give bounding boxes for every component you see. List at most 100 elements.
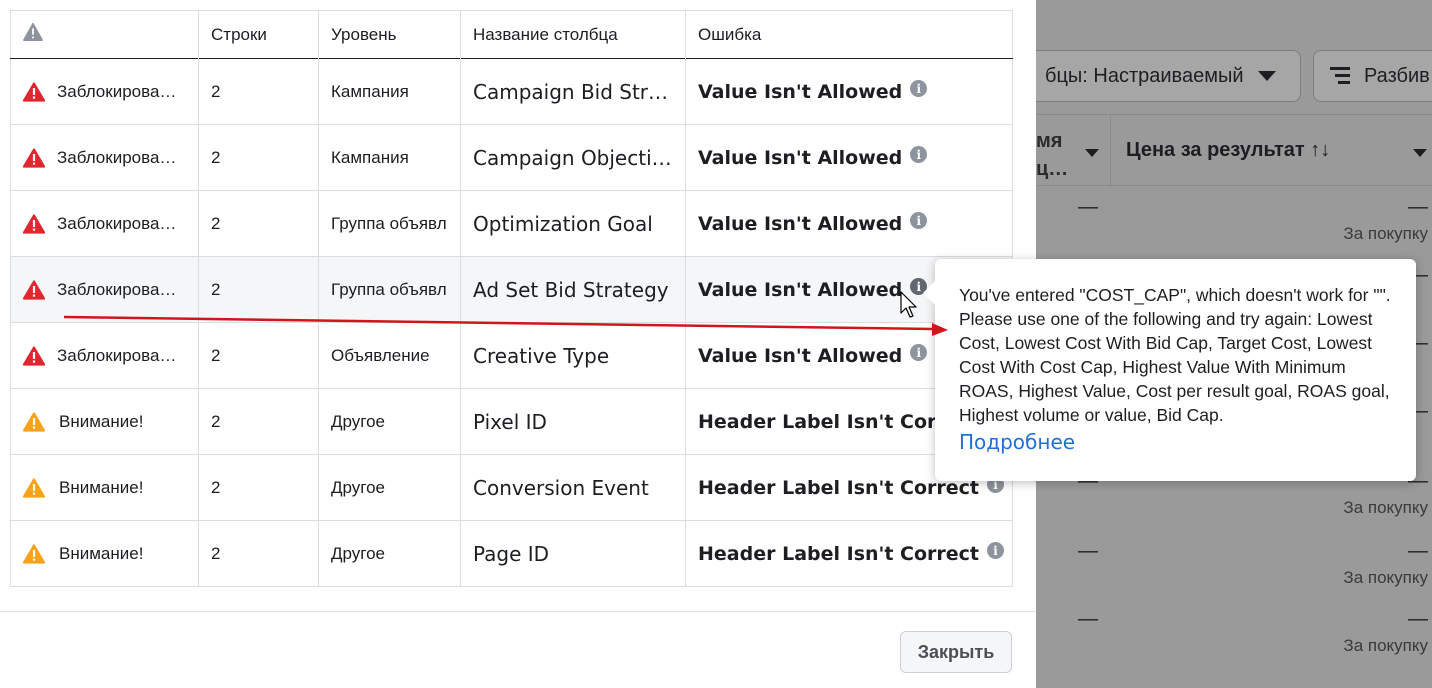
cell-column-name: Conversion Event: [460, 454, 686, 521]
header-rows: Строки: [198, 10, 319, 59]
chevron-down-icon[interactable]: [1413, 149, 1427, 157]
close-button[interactable]: Закрыть: [900, 631, 1012, 673]
error-icon: [23, 147, 45, 168]
header-level: Уровень: [318, 10, 461, 59]
import-errors-dialog: Строки Уровень Название столбца Ошибка З…: [0, 0, 1036, 688]
error-text: Value Isn't Allowed: [698, 80, 903, 103]
status-label: Внимание!: [59, 477, 144, 497]
cell-rows: 2: [198, 520, 319, 587]
error-tooltip: You've entered "COST_CAP", which doesn't…: [923, 259, 1416, 481]
cell-rows: 2: [198, 322, 319, 389]
cell-column-name: Campaign Bid Strat…: [460, 58, 686, 125]
status-label: Заблокирова…: [57, 213, 177, 233]
status-label: Заблокирова…: [57, 279, 177, 299]
cell-column-name: Page ID: [460, 520, 686, 587]
background-table-row: — — За покупку: [1036, 196, 1432, 264]
column-header-cost-per-result[interactable]: Цена за результат ↑↓: [1126, 139, 1330, 162]
table-row[interactable]: Заблокирова… 2 Кампания Campaign Objective V…: [10, 124, 1013, 191]
cell-status: Заблокирова…: [10, 256, 199, 323]
table-row[interactable]: Заблокирова… 2 Кампания Campaign Bid Strat……: [10, 58, 1013, 125]
info-icon[interactable]: i: [910, 344, 928, 361]
background-table-header: мя ц… Цена за результат ↑↓: [1036, 114, 1432, 187]
column-name-text: Conversion Event: [473, 475, 649, 500]
background-cell-left: —: [1078, 196, 1098, 218]
warning-icon: [23, 411, 45, 432]
error-text: Value Isn't Allowed: [698, 278, 903, 301]
table-row[interactable]: Заблокирова… 2 Группа объявл Optimization G…: [10, 190, 1013, 257]
background-cell-left: —: [1078, 540, 1098, 562]
column-name-text: Optimization Goal: [473, 211, 653, 236]
cell-column-name: Creative Type: [460, 322, 686, 389]
background-table-row: — — За покупку: [1036, 608, 1432, 676]
breakdown-label: Разбив: [1364, 64, 1430, 87]
columns-dropdown-button[interactable]: бцы: Настраиваемый: [1036, 50, 1301, 102]
cell-level: Группа объявл: [318, 190, 461, 257]
column-header-partial-line2: ц…: [1036, 158, 1069, 180]
cell-column-name: Ad Set Bid Strategy: [460, 256, 686, 323]
cell-column-name: Optimization Goal: [460, 190, 686, 257]
column-divider: [1110, 115, 1111, 187]
chevron-down-icon: [1257, 71, 1276, 81]
breakdown-button[interactable]: Разбив: [1313, 50, 1432, 102]
info-icon[interactable]: i: [987, 542, 1005, 559]
chevron-down-icon[interactable]: [1085, 149, 1099, 157]
table-row[interactable]: Заблокирова… 2 Группа объявл Ad Set Bid Str…: [10, 256, 1013, 323]
status-label: Заблокирова…: [57, 81, 177, 101]
cell-error: Value Isn't Allowed i: [686, 59, 1013, 125]
footer-divider: [0, 611, 1036, 612]
info-icon[interactable]: i: [910, 212, 928, 229]
info-icon[interactable]: i: [910, 146, 928, 163]
cell-column-name: Pixel ID: [460, 388, 686, 455]
background-cell-per-purchase: За покупку: [1343, 568, 1428, 587]
table-header-row: Строки Уровень Название столбца Ошибка: [10, 10, 1013, 59]
header-column-name: Название столбца: [460, 10, 686, 59]
cell-level: Другое: [318, 454, 461, 521]
background-cell-cost: —: [1408, 196, 1428, 218]
breakdown-icon: [1330, 67, 1350, 85]
error-text: Value Isn't Allowed: [698, 212, 903, 235]
cell-level: Объявление: [318, 322, 461, 389]
column-name-text: Page ID: [473, 541, 550, 566]
table-row[interactable]: Внимание! 2 Другое Pixel ID Header Label Isn…: [10, 388, 1013, 455]
column-header-partial[interactable]: мя ц…: [1036, 127, 1068, 183]
tooltip-caret: [923, 281, 935, 305]
cell-status: Заблокирова…: [10, 124, 199, 191]
cell-status: Внимание!: [10, 520, 199, 587]
cell-status: Заблокирова…: [10, 58, 199, 125]
cell-rows: 2: [198, 388, 319, 455]
error-text: Value Isn't Allowed: [698, 146, 903, 169]
warning-icon: [23, 477, 45, 498]
cell-rows: 2: [198, 124, 319, 191]
cell-level: Другое: [318, 388, 461, 455]
table-row[interactable]: Внимание! 2 Другое Page ID Header Label Isn'…: [10, 520, 1013, 587]
cell-rows: 2: [198, 256, 319, 323]
background-cell-per-purchase: За покупку: [1343, 636, 1428, 655]
table-row[interactable]: Внимание! 2 Другое Conversion Event Header L…: [10, 454, 1013, 521]
error-text: Header Label Isn't Correct: [698, 542, 980, 565]
cell-level: Другое: [318, 520, 461, 587]
status-label: Заблокирова…: [57, 345, 177, 365]
cell-rows: 2: [198, 190, 319, 257]
cell-rows: 2: [198, 454, 319, 521]
cell-status: Внимание!: [10, 388, 199, 455]
column-name-text: Campaign Objective: [473, 145, 673, 170]
status-label: Заблокирова…: [57, 147, 177, 167]
table-row[interactable]: Заблокирова… 2 Объявление Creative Type Valu…: [10, 322, 1013, 389]
warning-icon: [23, 543, 45, 564]
learn-more-link[interactable]: Подробнее: [959, 430, 1396, 454]
background-table-row: — — За покупку: [1036, 540, 1432, 608]
cell-level: Группа объявл: [318, 256, 461, 323]
column-header-partial-line1: мя: [1036, 130, 1063, 152]
cell-status: Заблокирова…: [10, 322, 199, 389]
cell-level: Кампания: [318, 124, 461, 191]
columns-dropdown-label: бцы: Настраиваемый: [1045, 64, 1244, 87]
error-icon: [23, 213, 45, 234]
background-cell-cost: —: [1408, 540, 1428, 562]
info-icon[interactable]: i: [910, 80, 928, 97]
cell-error: Header Label Isn't Correct i: [686, 521, 1013, 587]
warning-icon: [23, 23, 43, 41]
header-error: Ошибка: [698, 24, 762, 44]
error-icon: [23, 81, 45, 102]
cell-column-name: Campaign Objective: [460, 124, 686, 191]
cell-error: Value Isn't Allowed i: [686, 125, 1013, 191]
